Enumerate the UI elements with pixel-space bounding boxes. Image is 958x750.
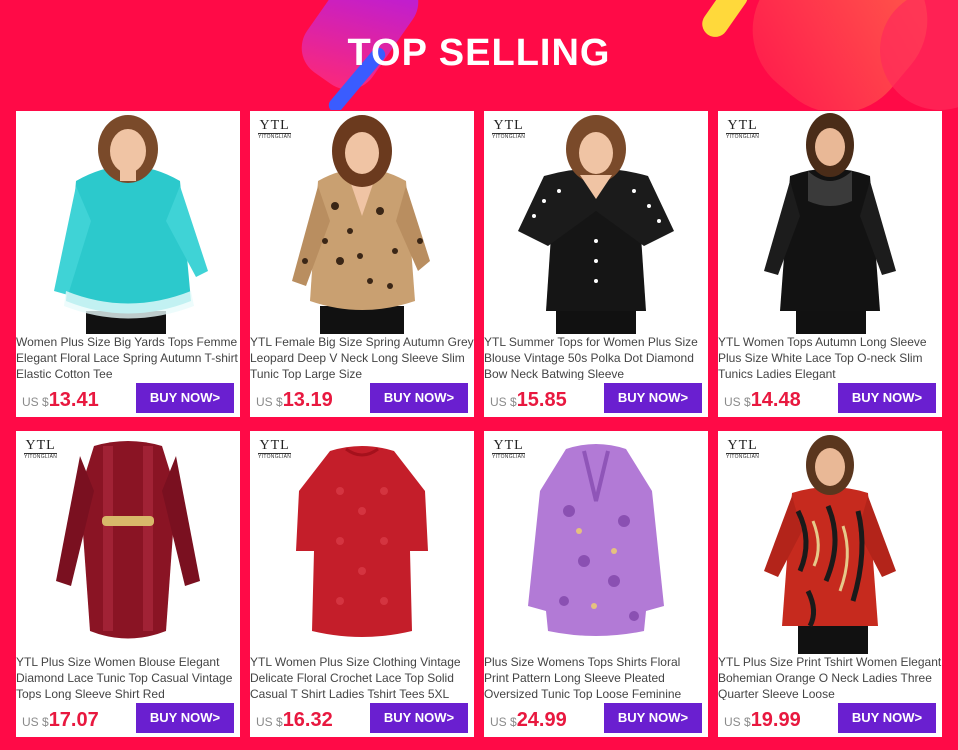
product-price: US $13.41 [22,389,99,412]
buy-now-button[interactable]: BUY NOW> [604,383,702,413]
product-title[interactable]: YTL Summer Tops for Women Plus Size Blou… [484,334,708,380]
product-photo-red-crochet [296,446,428,637]
buy-now-button[interactable]: BUY NOW> [604,703,702,733]
page-title: TOP SELLING [347,32,611,74]
product-image[interactable]: YTL YITONGLIAN [718,431,942,654]
buy-now-button[interactable]: BUY NOW> [136,383,234,413]
buy-now-button[interactable]: BUY NOW> [370,703,468,733]
product-card[interactable]: YTL YITONGLIAN YTL Plus Size Print Tshirt… [718,431,942,737]
product-card[interactable]: Women Plus Size Big Yards Tops Femme Ele… [16,111,240,417]
product-card[interactable]: YTL YITONGLIAN YTL Female Big Size Spring… [250,111,474,417]
product-image[interactable]: YTL YITONGLIAN [250,431,474,654]
brand-logo: YTL YITONGLIAN [24,438,58,460]
buy-now-button[interactable]: BUY NOW> [136,703,234,733]
brand-logo: YTL YITONGLIAN [258,118,292,140]
brand-logo: YTL YITONGLIAN [492,118,526,140]
product-price: US $14.48 [724,389,801,412]
currency-label: US $ [256,715,283,729]
product-image[interactable] [16,111,240,334]
currency-label: US $ [724,395,751,409]
product-card[interactable]: YTL YITONGLIAN Plus Size Womens Tops Shir… [484,431,708,737]
currency-label: US $ [22,395,49,409]
currency-label: US $ [22,715,49,729]
product-title[interactable]: Plus Size Womens Tops Shirts Floral Prin… [484,654,708,700]
brand-logo: YTL YITONGLIAN [726,118,760,140]
product-image[interactable]: YTL YITONGLIAN [718,111,942,334]
product-photo-leopard [292,115,430,334]
buy-now-button[interactable]: BUY NOW> [370,383,468,413]
price-value: 24.99 [516,709,567,731]
currency-label: US $ [490,715,517,729]
product-title[interactable]: YTL Women Tops Autumn Long Sleeve Plus S… [718,334,942,380]
product-title[interactable]: YTL Plus Size Print Tshirt Women Elegant… [718,654,942,700]
product-price: US $17.07 [22,709,99,732]
currency-label: US $ [724,715,751,729]
product-card[interactable]: YTL YITONGLIAN YTL Women Plus Size Clothi… [250,431,474,737]
product-photo-black-lace [764,113,896,334]
price-value: 17.07 [48,709,99,731]
product-image[interactable]: YTL YITONGLIAN [484,111,708,334]
product-title[interactable]: YTL Plus Size Women Blouse Elegant Diamo… [16,654,240,700]
product-card[interactable]: YTL YITONGLIAN YTL Plus Size Women Blouse… [16,431,240,737]
product-price: US $15.85 [490,389,567,412]
product-photo-bohemian-print [764,435,896,654]
currency-label: US $ [490,395,517,409]
product-photo-purple-floral [528,444,664,636]
product-price: US $16.32 [256,709,333,732]
price-value: 19.99 [750,709,801,731]
product-image[interactable]: YTL YITONGLIAN [250,111,474,334]
brand-logo: YTL YITONGLIAN [726,438,760,460]
product-title[interactable]: Women Plus Size Big Yards Tops Femme Ele… [16,334,240,380]
price-value: 15.85 [516,389,567,411]
product-photo-lace-teal [54,115,208,334]
product-card[interactable]: YTL YITONGLIAN YTL Summer Tops for Women … [484,111,708,417]
top-banner: TOP SELLING [0,0,958,110]
price-value: 16.32 [282,709,333,731]
product-image[interactable]: YTL YITONGLIAN [484,431,708,654]
brand-logo: YTL YITONGLIAN [258,438,292,460]
product-price: US $13.19 [256,389,333,412]
product-price: US $19.99 [724,709,801,732]
product-card[interactable]: YTL YITONGLIAN YTL Women Tops Autumn Long… [718,111,942,417]
brand-logo: YTL YITONGLIAN [492,438,526,460]
product-image[interactable]: YTL YITONGLIAN [16,431,240,654]
product-photo-polka-black [518,115,674,334]
price-value: 13.19 [282,389,333,411]
product-title[interactable]: YTL Female Big Size Spring Autumn Grey L… [250,334,474,380]
price-value: 14.48 [750,389,801,411]
buy-now-button[interactable]: BUY NOW> [838,703,936,733]
product-title[interactable]: YTL Women Plus Size Clothing Vintage Del… [250,654,474,700]
product-photo-burgundy-tunic [56,441,200,639]
price-value: 13.41 [48,389,99,411]
product-price: US $24.99 [490,709,567,732]
currency-label: US $ [256,395,283,409]
buy-now-button[interactable]: BUY NOW> [838,383,936,413]
